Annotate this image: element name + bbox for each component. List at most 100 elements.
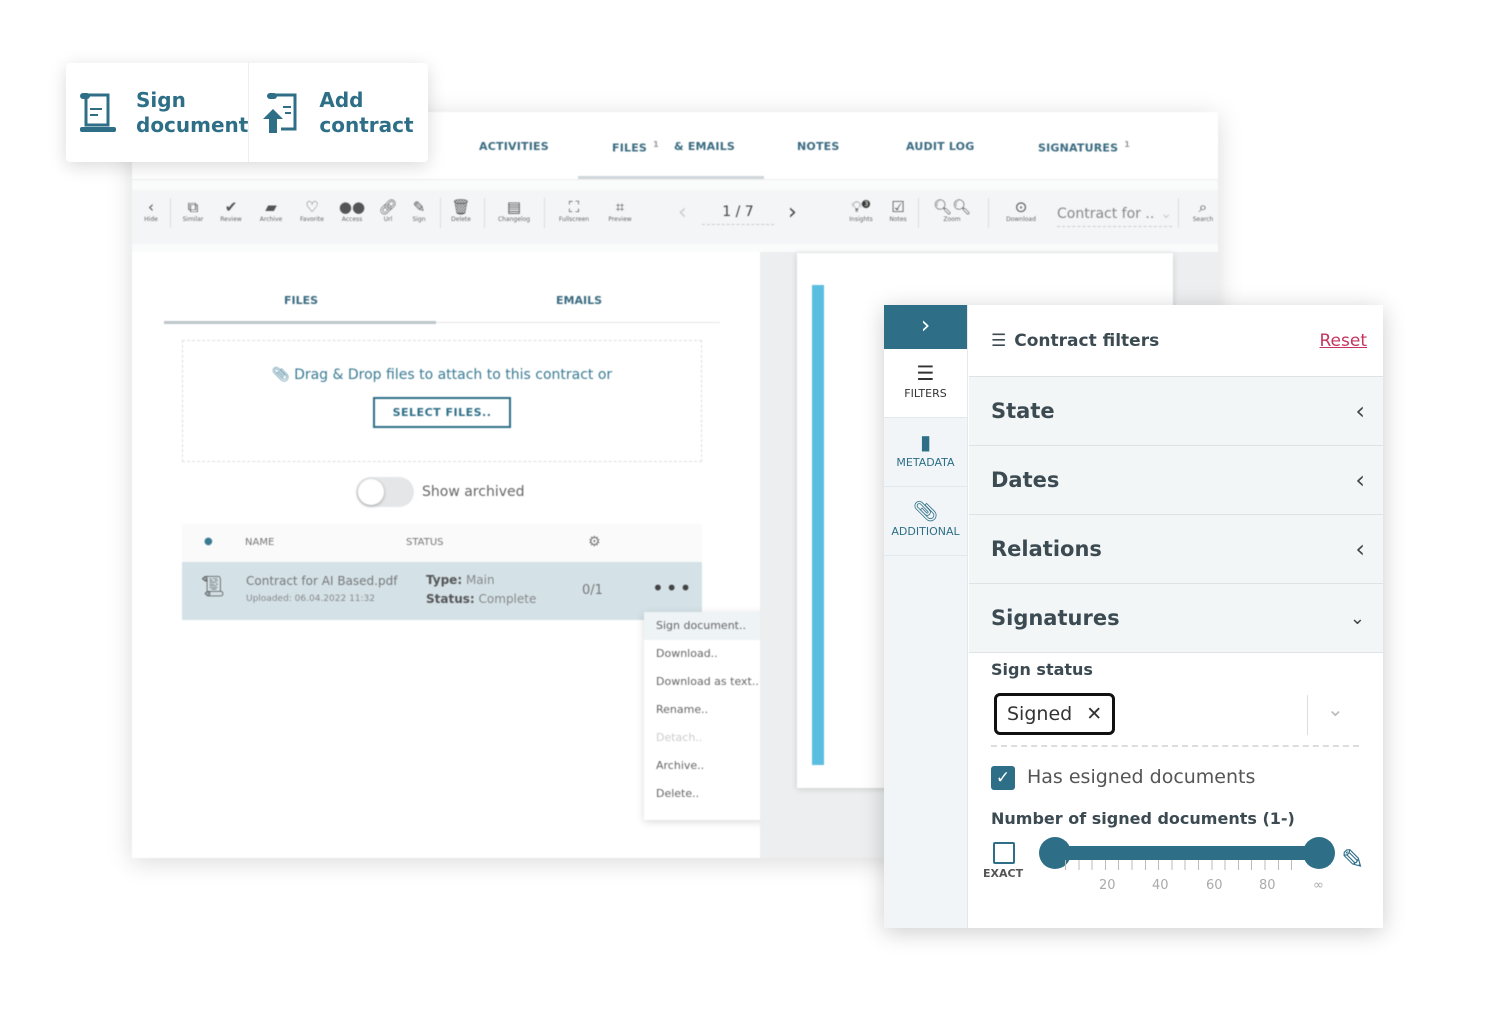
section-dates[interactable]: Dates ‹ — [969, 446, 1383, 515]
filter-content: ☰ Contract filters Reset State ‹ Dates ‹ Rel… — [969, 305, 1383, 928]
review-button[interactable]: ✔ Review — [212, 198, 250, 223]
clipboard-icon: ▤ — [506, 198, 522, 216]
similar-button[interactable]: ⧉ Similar — [174, 198, 212, 223]
table-row[interactable]: 📜︎ Contract for AI Based.pdf Uploaded: 0… — [182, 562, 702, 620]
subtab-files[interactable]: FILES — [284, 294, 318, 307]
tab-label: SIGNATURES — [1038, 141, 1119, 155]
similar-icon: ⧉ — [187, 198, 199, 216]
exact-label: EXACT — [983, 867, 1024, 880]
tab-signatures[interactable]: SIGNATURES 1 — [1038, 140, 1130, 155]
section-relations[interactable]: Relations ‹ — [969, 515, 1383, 584]
sliders-icon: ☰ — [916, 361, 935, 385]
tab-label: FILES — [612, 141, 648, 155]
notes-button[interactable]: ☑ Notes — [879, 198, 917, 223]
file-drop-zone[interactable]: 📎︎ Drag & Drop files to attach to this c… — [182, 340, 702, 462]
paperclip-icon: 📎︎ — [912, 499, 939, 523]
users-icon: ●● — [338, 198, 366, 216]
signature-count: 0/1 — [582, 583, 603, 598]
show-archived-label: Show archived — [422, 484, 525, 500]
tab-notes[interactable]: NOTES — [797, 140, 840, 153]
subtab-emails[interactable]: EMAILS — [556, 294, 602, 307]
chevron-down-icon[interactable]: ⌄ — [1327, 697, 1344, 721]
metadata-icon: ▮ — [919, 430, 931, 454]
page-indicator[interactable]: 1 / 7 — [702, 204, 774, 225]
next-page-icon[interactable]: › — [788, 200, 797, 225]
has-esigned-checkbox[interactable]: ✓ — [991, 766, 1015, 790]
heart-icon: ♡ — [305, 198, 319, 216]
chevron-left-icon: ‹ — [1355, 466, 1365, 494]
slider-handle-max[interactable] — [1303, 837, 1335, 869]
add-contract-icon — [263, 92, 297, 133]
edit-pencil-icon[interactable]: ✎ — [1341, 843, 1364, 876]
file-name[interactable]: Contract for AI Based.pdf — [246, 574, 397, 588]
has-esigned-label: Has esigned documents — [1027, 766, 1256, 788]
sliders-icon: ☰ — [991, 330, 1007, 351]
access-button[interactable]: ●● Access — [333, 198, 371, 223]
preview-icon: ⌗ — [615, 198, 625, 216]
gear-icon[interactable]: ⚙ — [588, 534, 601, 550]
preview-button[interactable]: ⌗ Preview — [601, 198, 639, 223]
paperclip-icon: 📎︎ — [271, 367, 290, 383]
pen-icon: ✎ — [412, 198, 426, 216]
fullscreen-button[interactable]: ⛶ Fullscreen — [555, 198, 593, 223]
delete-button[interactable]: 🗑︎ Delete — [442, 198, 480, 223]
document-select[interactable]: Contract for .. ⌄ — [1057, 206, 1172, 227]
column-name[interactable]: NAME — [245, 537, 274, 548]
insights-button[interactable]: 💡︎ 3 Insights — [842, 198, 880, 223]
select-all-icon[interactable]: ● — [204, 536, 213, 547]
hide-button[interactable]: ‹ Hide — [132, 198, 170, 223]
changelog-button[interactable]: ▤ Changelog — [495, 198, 533, 223]
chevron-right-icon: › — [920, 311, 931, 339]
sign-document-button[interactable]: Sign document — [66, 63, 248, 162]
search-button[interactable]: ⌕ Search — [1184, 198, 1222, 223]
download-button[interactable]: ⊙ Download — [1002, 198, 1040, 223]
contract-filters-panel: › ☰ FILTERS ▮ METADATA 📎︎ ADDITIONAL ☰ Contr… — [884, 305, 1383, 928]
file-uploaded: Uploaded: 06.04.2022 11:32 — [246, 594, 376, 604]
slider-track[interactable] — [1055, 846, 1319, 860]
lightbulb-icon: 💡︎ 3 — [851, 198, 871, 216]
favorite-button[interactable]: ♡ Favorite — [293, 198, 331, 223]
document-icon: 📜︎ — [200, 574, 226, 598]
show-archived-toggle[interactable] — [356, 477, 414, 507]
tab-audit-log[interactable]: AUDIT LOG — [906, 140, 974, 153]
tab-activities[interactable]: ACTIVITIES — [479, 140, 549, 153]
sidebar-item-metadata[interactable]: ▮ METADATA — [884, 418, 967, 487]
tab-emails[interactable]: & EMAILS — [674, 140, 735, 153]
drop-text: Drag & Drop files to attach to this cont… — [294, 367, 613, 383]
add-contract-button[interactable]: Add contract — [248, 63, 428, 162]
tab-badge: 1 — [653, 140, 659, 149]
quick-actions: Sign document Add contract — [66, 63, 428, 162]
sidebar-item-additional[interactable]: 📎︎ ADDITIONAL — [884, 487, 967, 556]
sidebar-item-filters[interactable]: ☰ FILTERS — [884, 349, 967, 418]
chevron-left-icon: ‹ — [148, 198, 154, 216]
sign-button[interactable]: ✎ Sign — [400, 198, 438, 223]
section-signatures[interactable]: Signatures ⌄ — [969, 584, 1383, 653]
select-files-button[interactable]: SELECT FILES.. — [372, 397, 512, 428]
remove-chip-icon[interactable]: ✕ — [1086, 703, 1102, 725]
sign-status-label: Sign status — [991, 660, 1093, 679]
trash-icon: 🗑︎ — [451, 198, 471, 216]
column-status[interactable]: STATUS — [406, 537, 444, 548]
more-options-icon[interactable]: ••• — [652, 576, 693, 600]
sign-status-select[interactable]: Signed ✕ ⌄ — [991, 691, 1359, 747]
sign-document-icon — [80, 92, 116, 132]
search-icon: ⌕ — [1198, 198, 1208, 216]
archive-button[interactable]: ▰ Archive — [252, 198, 290, 223]
filter-sidebar: › ☰ FILTERS ▮ METADATA 📎︎ ADDITIONAL — [884, 305, 968, 928]
tab-badge: 1 — [1124, 140, 1131, 149]
section-state[interactable]: State ‹ — [969, 377, 1383, 446]
collapse-panel-button[interactable]: › — [884, 305, 967, 349]
signed-chip: Signed ✕ — [994, 693, 1116, 735]
chevron-left-icon: ‹ — [1355, 397, 1365, 425]
prev-page-icon[interactable]: ‹ — [678, 200, 687, 225]
exact-checkbox[interactable] — [993, 842, 1015, 864]
zoom-icons: 🔍︎🔍︎ — [932, 198, 972, 216]
filters-title: Contract filters — [1014, 330, 1160, 351]
files-pane: FILES EMAILS 📎︎ Drag & Drop files to att… — [132, 252, 789, 858]
zoom-buttons[interactable]: 🔍︎🔍︎ Zoom — [927, 198, 977, 223]
reset-link[interactable]: Reset — [1320, 331, 1368, 351]
download-icon: ⊙ — [1014, 198, 1028, 216]
fullscreen-icon: ⛶ — [568, 198, 580, 216]
chevron-left-icon: ‹ — [1355, 535, 1365, 563]
tab-files[interactable]: FILES 1 — [612, 140, 659, 155]
